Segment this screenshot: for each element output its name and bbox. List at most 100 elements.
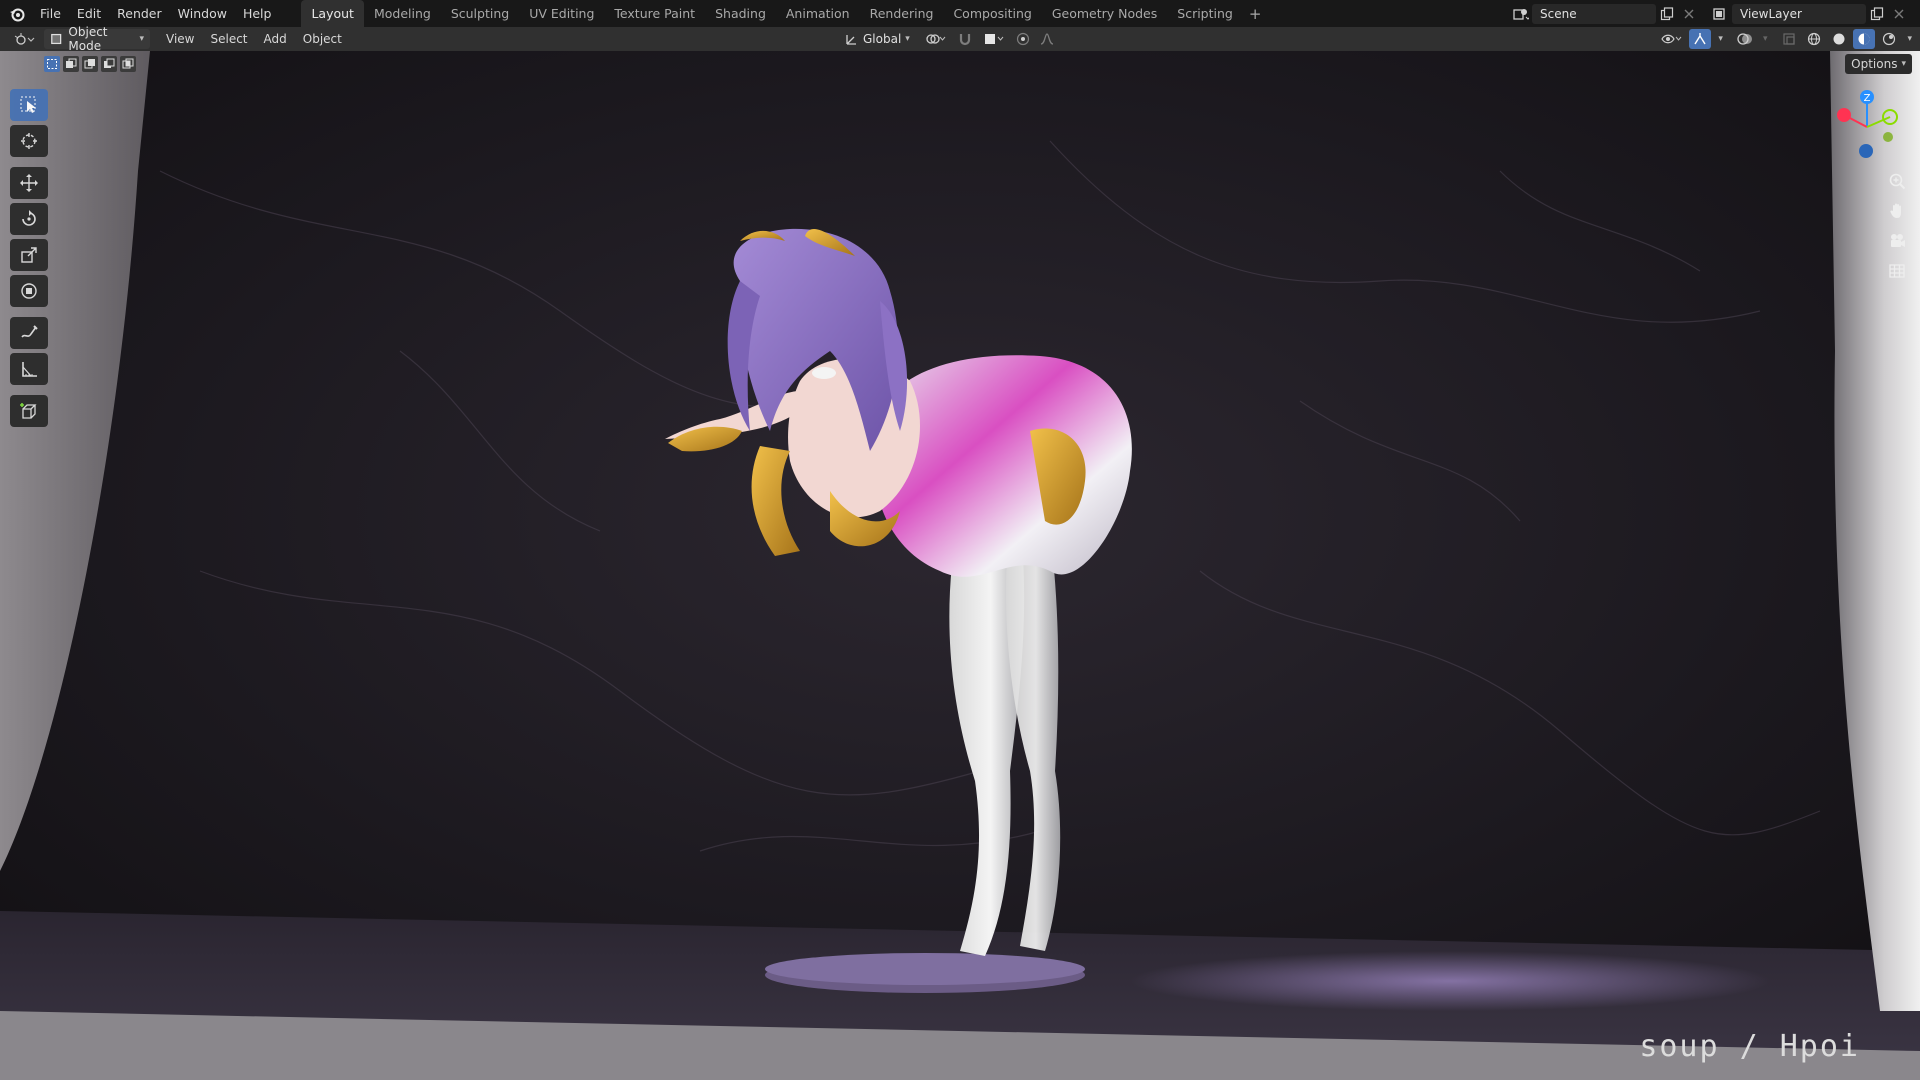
transform-orientation-dropdown[interactable]: Global ▾ bbox=[838, 29, 918, 49]
3d-viewport[interactable]: Options ▾ Z soup / Hpoi bbox=[0, 51, 1920, 1080]
select-subtract-icon[interactable] bbox=[82, 56, 98, 72]
options-dropdown[interactable]: Options ▾ bbox=[1845, 54, 1912, 74]
blender-logo-icon[interactable] bbox=[8, 5, 26, 23]
rendered-shading-icon[interactable] bbox=[1878, 29, 1900, 49]
header-right-controls: ▾ ▾ ▾ bbox=[1658, 27, 1912, 51]
chevron-down-icon: ▾ bbox=[1901, 59, 1906, 69]
gizmo-neg-z-axis[interactable] bbox=[1859, 144, 1873, 158]
visibility-selectability-icon[interactable] bbox=[1658, 29, 1686, 49]
chevron-down-icon[interactable]: ▾ bbox=[1907, 34, 1912, 44]
snap-target-icon[interactable] bbox=[980, 29, 1008, 49]
measure-tool[interactable] bbox=[9, 353, 48, 385]
add-cube-tool[interactable] bbox=[9, 395, 48, 427]
material-preview-shading-icon[interactable] bbox=[1853, 29, 1876, 49]
header-menu-object[interactable]: Object bbox=[295, 29, 350, 49]
select-box-icon bbox=[20, 96, 36, 113]
tab-uv-editing[interactable]: UV Editing bbox=[519, 3, 604, 25]
rendered-scene bbox=[0, 51, 1920, 1080]
transform-tool[interactable] bbox=[9, 275, 48, 307]
tool-shelf bbox=[8, 87, 49, 429]
camera-view-button[interactable] bbox=[1884, 228, 1910, 254]
rotate-icon bbox=[21, 210, 36, 226]
tab-modeling[interactable]: Modeling bbox=[364, 3, 441, 25]
measure-icon bbox=[21, 362, 37, 377]
delete-view-layer-icon[interactable] bbox=[1888, 4, 1910, 24]
tab-rendering[interactable]: Rendering bbox=[860, 3, 944, 25]
tab-sculpting[interactable]: Sculpting bbox=[441, 3, 519, 25]
zoom-icon bbox=[1889, 173, 1906, 190]
header-menu-add[interactable]: Add bbox=[256, 29, 295, 49]
menu-file[interactable]: File bbox=[32, 3, 69, 25]
view-layer-browse-icon[interactable] bbox=[1710, 4, 1732, 24]
gizmo-z-label: Z bbox=[1864, 93, 1871, 104]
tab-layout[interactable]: Layout bbox=[301, 0, 364, 27]
camera-icon bbox=[1891, 234, 1905, 247]
gizmo-neg-y-axis[interactable] bbox=[1883, 132, 1893, 142]
tab-animation[interactable]: Animation bbox=[776, 3, 860, 25]
tab-texture-paint[interactable]: Texture Paint bbox=[604, 3, 705, 25]
view-layer-field[interactable]: ViewLayer bbox=[1732, 3, 1866, 24]
scale-icon bbox=[20, 247, 37, 263]
scene-name-field[interactable]: Scene bbox=[1532, 3, 1656, 24]
menu-render[interactable]: Render bbox=[109, 3, 170, 25]
navigation-gizmo[interactable]: Z bbox=[1832, 87, 1902, 167]
chevron-down-icon[interactable]: ▾ bbox=[1718, 34, 1723, 44]
orientation-label: Global bbox=[863, 32, 902, 46]
overlays-toggle-icon[interactable] bbox=[1734, 29, 1756, 49]
move-tool[interactable] bbox=[9, 167, 48, 199]
scale-tool[interactable] bbox=[9, 239, 48, 271]
select-intersect-icon[interactable] bbox=[120, 56, 136, 72]
select-invert-icon[interactable] bbox=[101, 56, 117, 72]
add-cube-icon bbox=[19, 403, 37, 419]
scene-selector: Scene bbox=[1510, 3, 1700, 24]
zoom-button[interactable] bbox=[1884, 168, 1910, 194]
pan-button[interactable] bbox=[1884, 198, 1910, 224]
menu-help[interactable]: Help bbox=[235, 3, 280, 25]
add-workspace-button[interactable]: + bbox=[1243, 5, 1268, 23]
new-view-layer-icon[interactable] bbox=[1866, 4, 1888, 24]
proportional-edit-icon[interactable] bbox=[1012, 29, 1034, 49]
snap-toggle-icon[interactable] bbox=[954, 29, 976, 49]
cursor-tool[interactable] bbox=[9, 125, 48, 157]
editor-type-icon[interactable] bbox=[10, 29, 40, 49]
wireframe-shading-icon[interactable] bbox=[1803, 29, 1825, 49]
proportional-falloff-icon[interactable] bbox=[1038, 29, 1060, 49]
annotate-icon bbox=[20, 325, 38, 338]
grid-perspective-icon bbox=[1889, 264, 1905, 278]
gizmo-x-axis[interactable] bbox=[1837, 108, 1851, 122]
mode-label: Object Mode bbox=[68, 25, 108, 53]
annotate-tool[interactable] bbox=[9, 317, 48, 349]
gizmos-toggle-icon[interactable] bbox=[1689, 29, 1712, 49]
orientation-icon bbox=[846, 35, 856, 45]
watermark-text: soup / Hpoi bbox=[1639, 1029, 1860, 1064]
top-right-controls: Scene ViewLayer bbox=[1510, 0, 1920, 27]
xray-toggle-icon[interactable] bbox=[1778, 29, 1800, 49]
new-scene-icon[interactable] bbox=[1656, 4, 1678, 24]
tab-compositing[interactable]: Compositing bbox=[943, 3, 1041, 25]
chevron-down-icon[interactable]: ▾ bbox=[1763, 34, 1768, 44]
tab-scripting[interactable]: Scripting bbox=[1167, 3, 1243, 25]
rotate-tool[interactable] bbox=[9, 203, 48, 235]
select-box-tool[interactable] bbox=[9, 89, 48, 121]
menu-edit[interactable]: Edit bbox=[69, 3, 109, 25]
header-menu-view[interactable]: View bbox=[158, 29, 202, 49]
perspective-toggle-button[interactable] bbox=[1884, 258, 1910, 284]
menu-window[interactable]: Window bbox=[170, 3, 235, 25]
transform-icon bbox=[20, 283, 37, 299]
object-mode-icon bbox=[51, 33, 62, 45]
tab-geometry-nodes[interactable]: Geometry Nodes bbox=[1042, 3, 1167, 25]
delete-scene-icon[interactable] bbox=[1678, 4, 1700, 24]
select-extend-icon[interactable] bbox=[63, 56, 79, 72]
tab-shading[interactable]: Shading bbox=[705, 3, 776, 25]
mode-dropdown[interactable]: Object Mode ▾ bbox=[44, 25, 150, 53]
select-new-icon[interactable] bbox=[44, 56, 60, 72]
options-label: Options bbox=[1851, 57, 1898, 71]
header-center-controls: Global ▾ bbox=[834, 27, 1060, 51]
header-menu-select[interactable]: Select bbox=[202, 29, 255, 49]
chevron-down-icon: ▾ bbox=[139, 34, 144, 44]
viewport-header: Object Mode ▾ View Select Add Object Glo… bbox=[0, 25, 1920, 53]
view-layer-selector: ViewLayer bbox=[1710, 3, 1910, 24]
pivot-point-icon[interactable] bbox=[922, 29, 950, 49]
solid-shading-icon[interactable] bbox=[1828, 29, 1850, 49]
scene-browse-icon[interactable] bbox=[1510, 4, 1532, 24]
